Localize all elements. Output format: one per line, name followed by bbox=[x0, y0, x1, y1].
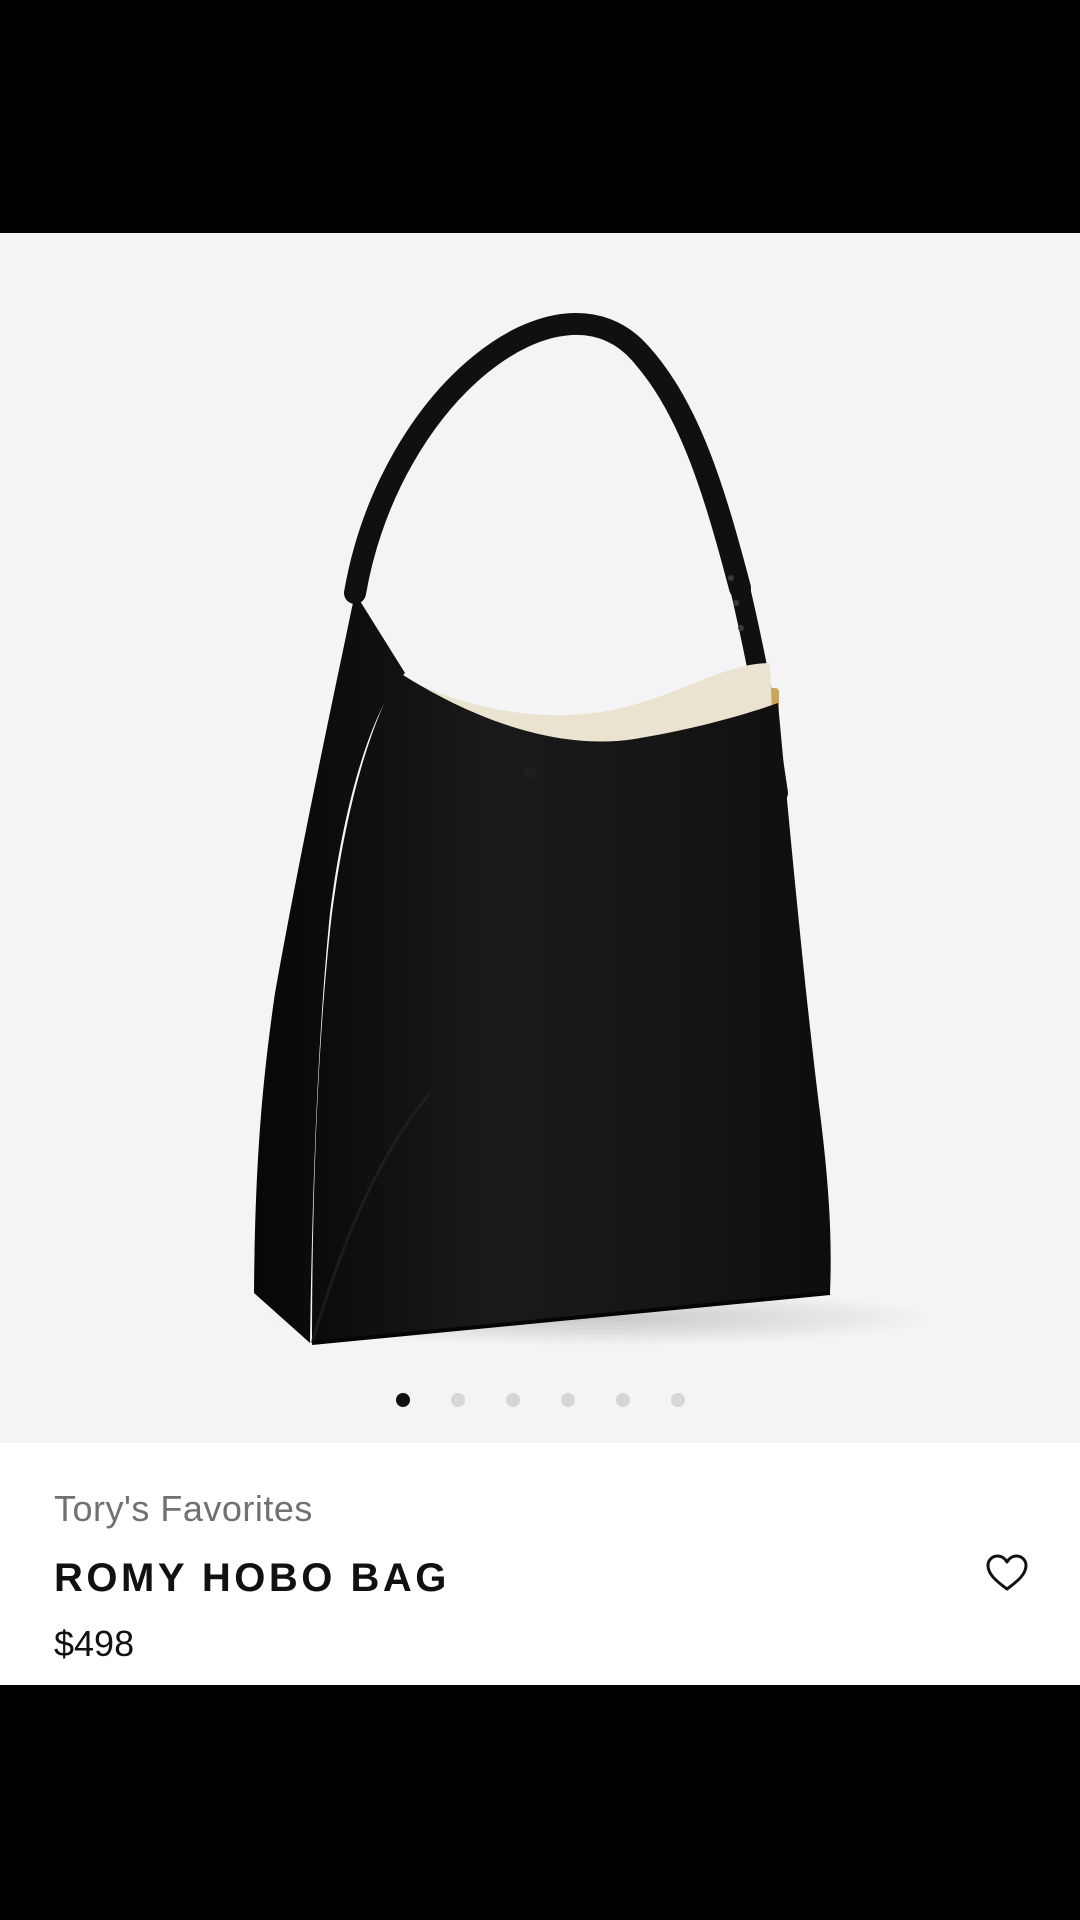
product-image-gallery[interactable] bbox=[0, 233, 1080, 1443]
collection-label[interactable]: Tory's Favorites bbox=[54, 1488, 313, 1530]
gallery-dot-4[interactable] bbox=[560, 1393, 575, 1407]
product-title: ROMY HOBO BAG bbox=[54, 1556, 450, 1600]
gallery-dot-6[interactable] bbox=[670, 1393, 685, 1407]
wishlist-button[interactable] bbox=[980, 1548, 1034, 1602]
product-image bbox=[254, 313, 940, 1346]
heart-outline-icon bbox=[986, 1554, 1028, 1597]
gallery-dot-2[interactable] bbox=[450, 1393, 465, 1407]
bottom-black-bar bbox=[0, 1685, 1080, 1920]
top-black-bar bbox=[0, 0, 1080, 233]
product-price: $498 bbox=[54, 1623, 135, 1664]
product-info-panel: Tory's Favorites ROMY HOBO BAG $498 bbox=[0, 1443, 1080, 1685]
gallery-pagination bbox=[0, 1385, 1080, 1415]
gallery-dot-5[interactable] bbox=[615, 1393, 630, 1407]
gallery-dot-3[interactable] bbox=[505, 1393, 520, 1407]
gallery-dot-1[interactable] bbox=[395, 1393, 410, 1407]
